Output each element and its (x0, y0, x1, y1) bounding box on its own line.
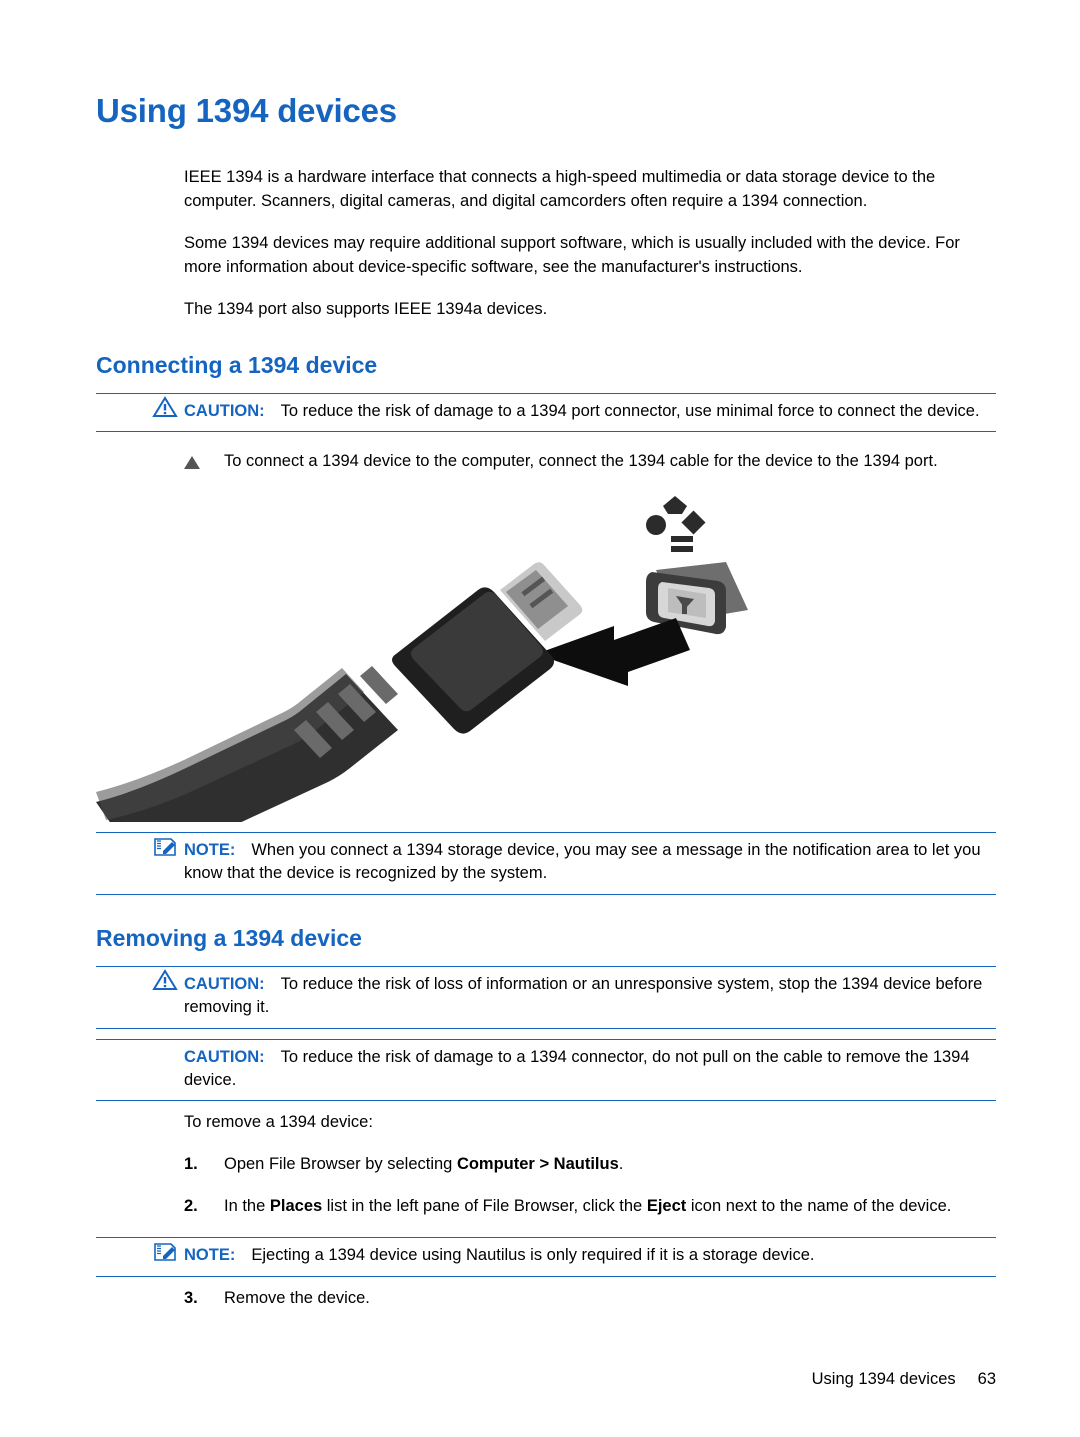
caution-label: CAUTION: (184, 401, 265, 420)
footer-page-number: 63 (977, 1370, 996, 1388)
step-text-before: Remove the device. (224, 1288, 370, 1307)
caution-block-removing-2: CAUTION: To reduce the risk of damage to … (96, 1038, 996, 1102)
intro-paragraph-3: The 1394 port also supports IEEE 1394a d… (184, 299, 548, 318)
caution-text-wrap: CAUTION: To reduce the risk of damage to … (96, 400, 996, 423)
step-number: 2. (184, 1197, 198, 1216)
note-text: When you connect a 1394 storage device, … (184, 840, 981, 883)
step-text-before: In the (224, 1197, 270, 1216)
bullet-step-connect: To connect a 1394 device to the computer… (96, 450, 996, 474)
cable-illustration (96, 562, 583, 860)
intro-paragraph-1: IEEE 1394 is a hardware interface that c… (184, 168, 936, 210)
step-3: 3. Remove the device. (96, 1287, 996, 1311)
remove-lead-in: To remove a 1394 device: (184, 1113, 373, 1132)
caution-text: To reduce the risk of loss of informatio… (184, 974, 983, 1017)
step-text-after: icon next to the name of the device. (686, 1197, 952, 1216)
note-label: NOTE: (184, 1246, 236, 1265)
caution-text: To reduce the risk of damage to a 1394 p… (280, 401, 980, 420)
footer-running-title: Using 1394 devices (811, 1370, 956, 1388)
step-bold-term: Computer > Nautilus (456, 1155, 619, 1174)
step-number: 3. (184, 1288, 198, 1307)
caution-block-removing-1: CAUTION: To reduce the risk of loss of in… (96, 965, 996, 1029)
step-bold-term-2: Eject (646, 1197, 687, 1216)
note-block-removing: NOTE: Ejecting a 1394 device using Nautil… (96, 1237, 996, 1277)
step-text-before: Open File Browser by selecting (224, 1155, 457, 1174)
step-bold-term: Places (269, 1197, 323, 1216)
caution-label: CAUTION: (184, 1047, 265, 1066)
port-symbol-icon (646, 495, 706, 552)
note-text-wrap: NOTE: Ejecting a 1394 device using Nautil… (96, 1244, 996, 1267)
note-text: Ejecting a 1394 device using Nautilus is… (251, 1246, 815, 1265)
page-footer: Using 1394 devices 63 (0, 1370, 1080, 1389)
step-1: 1. Open File Browser by selecting Comput… (96, 1153, 996, 1177)
figure-1394-connection (96, 492, 996, 860)
note-label: NOTE: (184, 840, 236, 859)
step-text-after: . (618, 1155, 624, 1174)
intro-paragraph-2: Some 1394 devices may require additional… (184, 233, 960, 276)
heading-removing: Removing a 1394 device (96, 924, 362, 951)
caution-text-wrap: CAUTION: To reduce the risk of loss of in… (96, 973, 996, 1020)
bullet-step-text: To connect a 1394 device to the computer… (224, 452, 938, 471)
step-number: 1. (184, 1155, 198, 1174)
bullet-triangle-icon (184, 456, 200, 470)
note-block-connecting: NOTE: When you connect a 1394 storage dev… (96, 831, 996, 895)
caution-block-connecting: CAUTION: To reduce the risk of damage to … (96, 392, 996, 433)
caution-text: To reduce the risk of damage to a 1394 c… (184, 1047, 970, 1090)
heading-connecting: Connecting a 1394 device (96, 351, 378, 378)
page-content: Using 1394 devices IEEE 1394 is a hardwa… (96, 92, 996, 1329)
page-title: Using 1394 devices (96, 92, 397, 129)
document-page: Using 1394 devices IEEE 1394 is a hardwa… (0, 0, 1080, 1437)
step-2: 2. In the Places list in the left pane o… (96, 1195, 996, 1219)
step-text-mid: list in the left pane of File Browser, c… (322, 1197, 647, 1216)
figure-illustration (96, 495, 748, 860)
caution-label: CAUTION: (184, 974, 265, 993)
caution-text-wrap: CAUTION: To reduce the risk of damage to … (96, 1046, 996, 1093)
note-text-wrap: NOTE: When you connect a 1394 storage dev… (96, 839, 996, 886)
